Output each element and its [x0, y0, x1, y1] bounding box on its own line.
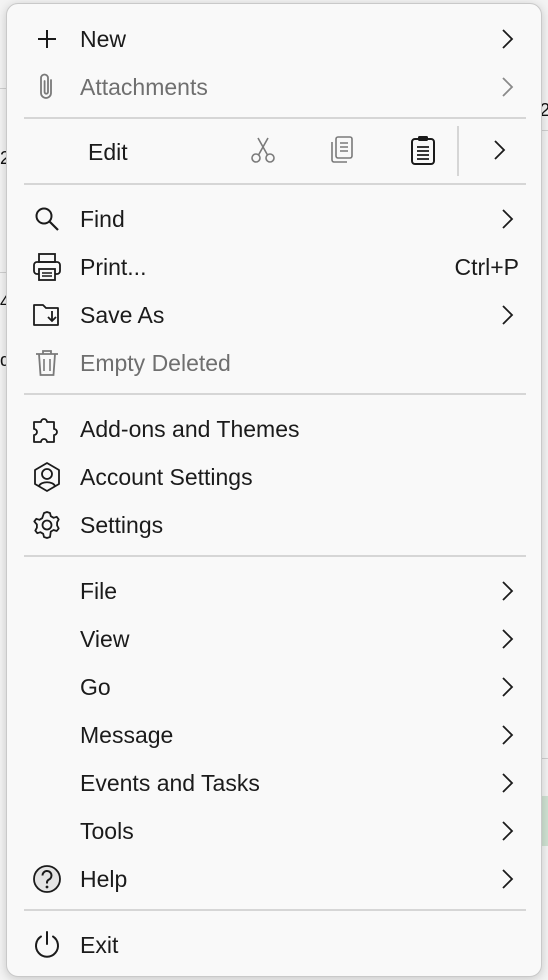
background-divider [542, 758, 548, 759]
keyboard-shortcut: Ctrl+P [454, 253, 519, 280]
edit-row-divider [457, 126, 459, 176]
menu-separator [24, 909, 526, 911]
menu-item-label: Save As [80, 301, 165, 328]
menu-item-new[interactable]: New [7, 15, 541, 63]
menu-item-label: Add-ons and Themes [80, 415, 300, 442]
menu-item-label: Events and Tasks [80, 769, 260, 796]
menu-separator [24, 117, 526, 119]
app-menu-panel: New Attachments Edit Find Print... Ctrl+… [6, 3, 542, 977]
account-icon [31, 461, 63, 493]
menu-item-print[interactable]: Print... Ctrl+P [7, 243, 541, 291]
copy-button[interactable] [322, 132, 362, 172]
menu-item-label: Edit [88, 138, 128, 165]
gear-icon [31, 509, 63, 541]
chevron-right-icon [492, 139, 506, 166]
chevron-right-icon [499, 771, 515, 795]
menu-item-message[interactable]: Message [7, 711, 541, 759]
clipboard-icon [410, 134, 436, 171]
menu-item-label: Attachments [80, 73, 208, 100]
background-divider [542, 130, 548, 131]
help-icon [31, 863, 63, 895]
menu-separator [24, 183, 526, 185]
menu-item-label: Find [80, 205, 125, 232]
edit-submenu-button[interactable] [479, 132, 519, 172]
search-icon [31, 203, 63, 235]
printer-icon [31, 251, 63, 283]
chevron-right-icon [499, 207, 515, 231]
menu-item-events-tasks[interactable]: Events and Tasks [7, 759, 541, 807]
power-icon [31, 929, 63, 961]
menu-item-exit[interactable]: Exit [7, 921, 541, 969]
menu-item-help[interactable]: Help [7, 855, 541, 903]
chevron-right-icon [499, 579, 515, 603]
menu-item-label: Settings [80, 511, 164, 538]
chevron-right-icon [499, 675, 515, 699]
menu-item-label: Help [80, 865, 128, 892]
puzzle-icon [31, 413, 63, 445]
menu-item-empty-deleted[interactable]: Empty Deleted [7, 339, 541, 387]
menu-item-view[interactable]: View [7, 615, 541, 663]
menu-item-save-as[interactable]: Save As [7, 291, 541, 339]
chevron-right-icon [499, 867, 515, 891]
menu-item-label: Print... [80, 253, 147, 280]
scissors-icon [250, 136, 276, 169]
chevron-right-icon [499, 303, 515, 327]
chevron-right-icon [499, 723, 515, 747]
menu-item-go[interactable]: Go [7, 663, 541, 711]
chevron-right-icon [499, 627, 515, 651]
menu-item-label: New [80, 25, 127, 52]
menu-item-addons-themes[interactable]: Add-ons and Themes [7, 405, 541, 453]
background-scroll-marker [541, 796, 548, 846]
menu-item-find[interactable]: Find [7, 195, 541, 243]
menu-separator [24, 555, 526, 557]
menu-separator [24, 393, 526, 395]
chevron-right-icon [499, 27, 515, 51]
menu-item-attachments[interactable]: Attachments [7, 63, 541, 111]
menu-item-label: Tools [80, 817, 134, 844]
menu-item-label: File [80, 577, 118, 604]
menu-item-label: Message [80, 721, 174, 748]
menu-item-label: Exit [80, 931, 119, 958]
paperclip-icon [31, 71, 63, 103]
plus-icon [31, 23, 63, 55]
menu-item-label: View [80, 625, 130, 652]
folder-save-icon [31, 299, 63, 331]
menu-item-file[interactable]: File [7, 567, 541, 615]
paste-button[interactable] [403, 132, 443, 172]
cut-button[interactable] [243, 132, 283, 172]
copy-icon [329, 135, 355, 170]
menu-item-tools[interactable]: Tools [7, 807, 541, 855]
menu-item-settings[interactable]: Settings [7, 501, 541, 549]
trash-icon [31, 347, 63, 379]
menu-item-label: Go [80, 673, 111, 700]
chevron-right-icon [499, 819, 515, 843]
menu-item-account-settings[interactable]: Account Settings [7, 453, 541, 501]
menu-item-label: Empty Deleted [80, 349, 231, 376]
menu-item-label: Account Settings [80, 463, 253, 490]
chevron-right-icon [499, 75, 515, 99]
